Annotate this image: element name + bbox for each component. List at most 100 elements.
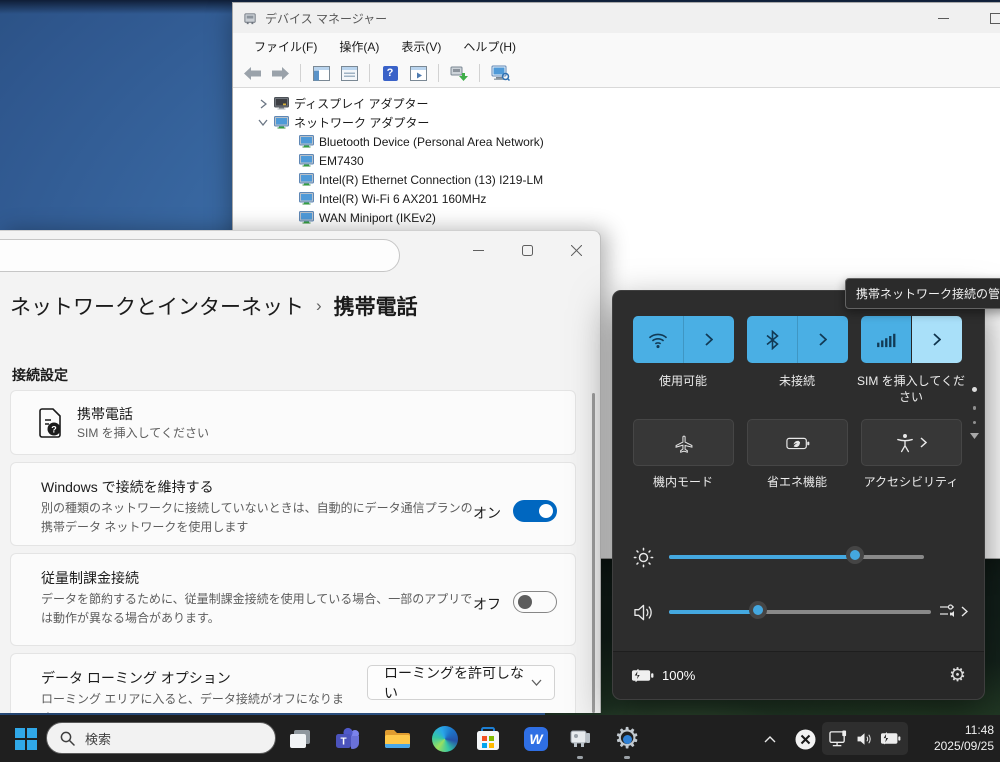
toggle-knob: [539, 504, 553, 518]
cellular-sim-card[interactable]: ? 携帯電話 SIM を挿入してください: [10, 390, 576, 455]
tree-item-network-adapters[interactable]: ネットワーク アダプター: [233, 113, 1000, 132]
network-adapter-icon: [274, 116, 289, 129]
chevron-right-icon[interactable]: [257, 99, 269, 109]
menu-view[interactable]: 表示(V): [390, 34, 452, 59]
tree-item-adapter[interactable]: EM7430: [233, 151, 1000, 170]
device-manager-maximize-button[interactable]: [973, 3, 1000, 33]
settings-taskbar-button[interactable]: ⚙: [605, 719, 649, 759]
panel-pagination[interactable]: [970, 387, 979, 439]
device-manager-taskbar-button[interactable]: [558, 719, 602, 759]
wifi-expand-chevron[interactable]: [684, 316, 734, 363]
roaming-dropdown[interactable]: ローミングを許可しない: [367, 665, 555, 700]
wps-office-button[interactable]: W: [514, 719, 558, 759]
metered-description: データを節約するために、従量制課金接続を使用している場合、一部のアプリでは動作が…: [41, 590, 483, 627]
sim-card-title: 携帯電話: [77, 404, 133, 424]
console-tree-icon[interactable]: [310, 63, 332, 83]
teams-button[interactable]: T: [326, 719, 370, 759]
data-roaming-card: データ ローミング オプション ローミング エリアに入ると、データ接続がオフにな…: [10, 653, 576, 713]
chevron-down-icon: [531, 679, 542, 686]
tree-item-label: Intel(R) Wi-Fi 6 AX201 160MHz: [319, 192, 486, 206]
menu-action[interactable]: 操作(A): [328, 34, 390, 59]
metered-toggle[interactable]: [513, 591, 557, 613]
volume-slider-thumb[interactable]: [749, 601, 767, 619]
svg-text:T: T: [340, 737, 346, 748]
accessibility-tile[interactable]: [861, 419, 962, 466]
chevron-down-icon[interactable]: [257, 119, 269, 126]
device-tree: ディスプレイ アダプター ネットワーク アダプター Bluetooth Devi…: [233, 88, 1000, 227]
task-view-button[interactable]: [278, 719, 322, 759]
wifi-icon[interactable]: [633, 316, 683, 363]
settings-close-button[interactable]: [553, 233, 599, 267]
brightness-slider[interactable]: [669, 555, 924, 559]
tree-item-display-adapters[interactable]: ディスプレイ アダプター: [233, 94, 1000, 113]
teams-icon: T: [335, 727, 361, 751]
tree-item-adapter[interactable]: Bluetooth Device (Personal Area Network): [233, 132, 1000, 151]
settings-maximize-button[interactable]: [504, 233, 550, 267]
cellular-icon[interactable]: [861, 316, 911, 363]
menu-help[interactable]: ヘルプ(H): [452, 34, 527, 59]
volume-icon: [633, 603, 654, 622]
system-tray-group[interactable]: [822, 722, 908, 755]
brightness-slider-thumb[interactable]: [846, 546, 864, 564]
tree-item-adapter[interactable]: WAN Miniport (IKEv2): [233, 208, 1000, 227]
battery-saver-tile[interactable]: [747, 419, 848, 466]
page-down-arrow-icon[interactable]: [970, 433, 979, 439]
taskbar-search[interactable]: 検索: [46, 722, 276, 754]
tray-status-button[interactable]: [788, 719, 822, 759]
settings-search-input[interactable]: [0, 239, 400, 272]
breadcrumb-root[interactable]: ネットワークとインターネット: [10, 291, 304, 321]
action-pane-icon[interactable]: [407, 63, 429, 83]
device-manager-icon: [567, 727, 593, 751]
audio-output-select[interactable]: [939, 602, 968, 620]
back-icon[interactable]: [241, 63, 263, 83]
taskbar-clock[interactable]: 11:48 2025/09/25: [934, 722, 994, 754]
bluetooth-tile[interactable]: [747, 316, 848, 363]
device-manager-titlebar[interactable]: デバイス マネージャー: [233, 3, 1000, 33]
toolbar-separator: [479, 64, 480, 82]
settings-scrollbar[interactable]: [592, 393, 595, 713]
cellular-tile[interactable]: [861, 316, 962, 363]
legacy-hardware-icon[interactable]: [489, 63, 511, 83]
tray-overflow-button[interactable]: [752, 719, 788, 759]
menu-file[interactable]: ファイル(F): [243, 34, 328, 59]
keep-connected-card: Windows で接続を維持する 別の種類のネットワークに接続していないときは、…: [10, 462, 576, 546]
keep-connected-description: 別の種類のネットワークに接続していないときは、自動的にデータ通信プランの携帯デー…: [41, 499, 483, 536]
roaming-dropdown-value: ローミングを許可しない: [384, 663, 531, 703]
page-dot-active[interactable]: [972, 387, 977, 392]
accessibility-expand-chevron[interactable]: [920, 437, 927, 448]
edge-browser-button[interactable]: [423, 719, 467, 759]
forward-icon[interactable]: [269, 63, 291, 83]
help-icon[interactable]: ?: [379, 63, 401, 83]
roaming-title: データ ローミング オプション: [41, 668, 231, 688]
page-dot[interactable]: [973, 406, 977, 410]
settings-window: ネットワークとインターネット › 携帯電話 接続設定 ? 携帯電話 SIM を挿…: [0, 230, 601, 713]
clock-date: 2025/09/25: [934, 738, 994, 754]
tree-item-label: WAN Miniport (IKEv2): [319, 211, 436, 225]
tree-item-adapter[interactable]: Intel(R) Wi-Fi 6 AX201 160MHz: [233, 189, 1000, 208]
microsoft-store-button[interactable]: [466, 719, 510, 759]
sim-card-icon: ?: [37, 407, 65, 439]
volume-slider[interactable]: [669, 610, 931, 614]
quick-settings-gear-icon[interactable]: ⚙: [949, 666, 966, 685]
scan-hardware-icon[interactable]: [448, 63, 470, 83]
cellular-expand-chevron[interactable]: [912, 316, 962, 363]
device-manager-minimize-button[interactable]: [921, 3, 965, 33]
bluetooth-icon[interactable]: [747, 316, 797, 363]
battery-status[interactable]: 100%: [631, 668, 695, 683]
airplane-mode-tile[interactable]: [633, 419, 734, 466]
tree-item-adapter[interactable]: Intel(R) Ethernet Connection (13) I219-L…: [233, 170, 1000, 189]
network-adapter-icon: [299, 173, 314, 186]
keep-connected-toggle[interactable]: [513, 500, 557, 522]
start-button[interactable]: [4, 719, 48, 759]
cellular-tile-label: SIM を挿入してください: [856, 373, 966, 405]
chevron-up-icon: [764, 736, 776, 743]
breadcrumb-separator: ›: [316, 296, 322, 316]
store-icon: [476, 727, 500, 751]
bluetooth-expand-chevron[interactable]: [798, 316, 848, 363]
properties-icon[interactable]: [338, 63, 360, 83]
device-manager-app-icon: [243, 11, 258, 26]
file-explorer-button[interactable]: [375, 719, 419, 759]
wifi-tile[interactable]: [633, 316, 734, 363]
page-dot[interactable]: [973, 421, 977, 425]
settings-minimize-button[interactable]: [455, 233, 501, 267]
